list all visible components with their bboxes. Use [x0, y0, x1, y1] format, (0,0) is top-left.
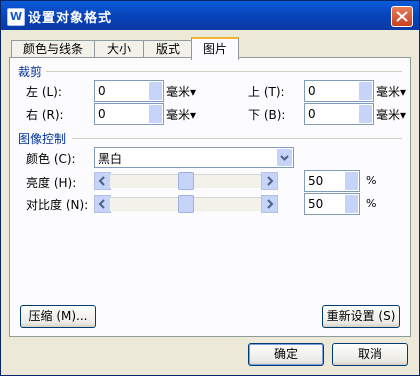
crop-top-value: 0 — [308, 84, 316, 98]
color-label: 颜色 (C): — [26, 152, 76, 166]
spin-down-icon[interactable] — [149, 91, 162, 100]
crop-divider — [46, 71, 402, 72]
crop-right-value: 0 — [98, 107, 106, 121]
brightness-unit: % — [366, 174, 377, 187]
tab-color-lines[interactable]: 颜色与线条 — [11, 40, 95, 58]
chevron-down-icon[interactable] — [277, 149, 292, 166]
reset-button[interactable]: 重新设置 (S) — [322, 305, 400, 328]
crop-top-spinner[interactable]: 0 — [304, 80, 374, 102]
app-icon: W — [7, 8, 25, 26]
chevron-right-icon[interactable] — [261, 172, 278, 190]
chevron-right-icon[interactable] — [261, 195, 278, 213]
crop-right-unit[interactable]: 毫米▾ — [166, 106, 196, 123]
spin-up-icon[interactable] — [149, 82, 162, 91]
spin-down-icon[interactable] — [359, 114, 372, 123]
crop-left-spinner[interactable]: 0 — [94, 80, 164, 102]
spin-down-icon[interactable] — [149, 114, 162, 123]
close-button[interactable] — [391, 6, 413, 27]
contrast-value: 50 — [308, 197, 324, 211]
crop-left-label: 左 (L): — [26, 85, 62, 99]
contrast-spinner[interactable]: 50 — [304, 193, 360, 215]
cancel-button[interactable]: 取消 — [332, 343, 408, 366]
close-icon — [396, 11, 408, 22]
spin-up-icon[interactable] — [149, 105, 162, 114]
crop-top-unit[interactable]: 毫米▾ — [376, 83, 406, 100]
dialog-title: 设置对象格式 — [28, 11, 113, 26]
compress-button[interactable]: 压缩 (M)... — [20, 305, 96, 328]
crop-bottom-label: 下 (B): — [248, 108, 286, 122]
tab-size[interactable]: 大小 — [94, 40, 144, 58]
contrast-slider[interactable] — [94, 195, 278, 213]
color-select-value: 黑白 — [98, 152, 123, 166]
tab-picture[interactable]: 图片 — [191, 37, 239, 60]
ok-button[interactable]: 确定 — [248, 343, 324, 366]
crop-bottom-unit[interactable]: 毫米▾ — [376, 106, 406, 123]
brightness-value: 50 — [308, 174, 324, 188]
chevron-left-icon[interactable] — [94, 195, 111, 213]
brightness-spinner[interactable]: 50 — [304, 170, 360, 192]
crop-bottom-value: 0 — [308, 107, 316, 121]
brightness-label: 亮度 (H): — [26, 176, 77, 190]
crop-left-unit[interactable]: 毫米▾ — [166, 83, 196, 100]
spin-up-icon[interactable] — [359, 82, 372, 91]
contrast-label: 对比度 (N): — [26, 198, 89, 212]
title-bar[interactable]: W 设置对象格式 — [1, 1, 419, 30]
image-control-title: 图像控制 — [18, 132, 67, 146]
dialog-window: W 设置对象格式 颜色与线条 大小 版式 图片 裁剪 左 (L): 0 毫米▾ … — [0, 0, 420, 376]
image-control-divider — [72, 138, 402, 139]
brightness-slider[interactable] — [94, 172, 278, 190]
spin-up-icon[interactable] — [359, 105, 372, 114]
spin-up-icon[interactable] — [345, 172, 358, 181]
color-select[interactable]: 黑白 — [94, 147, 294, 168]
app-icon-letter: W — [10, 10, 23, 23]
spin-down-icon[interactable] — [345, 181, 358, 190]
picture-panel: 裁剪 左 (L): 0 毫米▾ 上 (T): 0 毫米▾ 右 (R): 0 毫米… — [9, 57, 411, 337]
crop-section-title: 裁剪 — [18, 65, 43, 79]
crop-top-label: 上 (T): — [248, 85, 285, 99]
brightness-thumb[interactable] — [178, 172, 194, 190]
crop-left-value: 0 — [98, 84, 106, 98]
contrast-thumb[interactable] — [178, 195, 194, 213]
crop-bottom-spinner[interactable]: 0 — [304, 103, 374, 125]
contrast-unit: % — [366, 197, 377, 210]
spin-down-icon[interactable] — [359, 91, 372, 100]
spin-up-icon[interactable] — [345, 195, 358, 204]
chevron-left-icon[interactable] — [94, 172, 111, 190]
spin-down-icon[interactable] — [345, 204, 358, 213]
tab-layout[interactable]: 版式 — [143, 40, 193, 58]
crop-right-label: 右 (R): — [26, 108, 64, 122]
crop-right-spinner[interactable]: 0 — [94, 103, 164, 125]
